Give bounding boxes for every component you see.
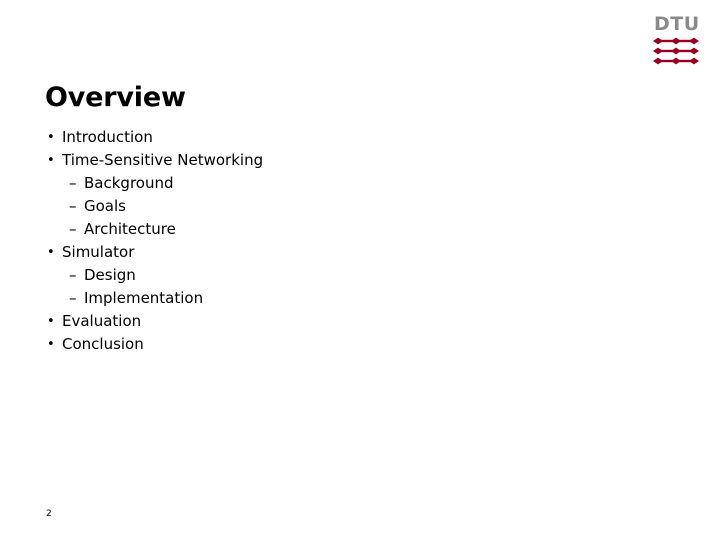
outline-item: • Time-Sensitive Networking bbox=[45, 149, 665, 172]
outline-item-label: Implementation bbox=[84, 289, 204, 307]
outline-item: – Design bbox=[45, 264, 665, 287]
outline-item-label: Introduction bbox=[62, 128, 153, 146]
outline-item-label: Goals bbox=[84, 197, 126, 215]
outline-item-label: Design bbox=[84, 266, 136, 284]
outline-item-label: Conclusion bbox=[62, 335, 144, 353]
outline-item: – Background bbox=[45, 172, 665, 195]
outline-item-label: Evaluation bbox=[62, 312, 142, 330]
dtu-logo-chain-row-1 bbox=[653, 37, 699, 45]
bullet-marker-icon: • bbox=[47, 153, 55, 168]
dtu-logo-wordmark: DTU bbox=[654, 13, 700, 35]
outline-list: • Introduction • Time-Sensitive Networking –… bbox=[45, 126, 665, 356]
outline-item: • Introduction bbox=[45, 126, 665, 149]
page-number: 2 bbox=[46, 509, 52, 519]
outline-item: – Implementation bbox=[45, 287, 665, 310]
dtu-logo-chain-row-2 bbox=[653, 47, 699, 55]
dash-marker-icon: – bbox=[69, 220, 77, 238]
dtu-logo: DTU bbox=[653, 14, 701, 68]
outline-item: • Evaluation bbox=[45, 310, 665, 333]
bullet-marker-icon: • bbox=[47, 245, 55, 260]
dash-marker-icon: – bbox=[69, 174, 77, 192]
outline-item-label: Architecture bbox=[84, 220, 176, 238]
bullet-marker-icon: • bbox=[47, 337, 55, 352]
outline-item-label: Background bbox=[84, 174, 174, 192]
outline-item: – Architecture bbox=[45, 218, 665, 241]
outline-item: • Simulator bbox=[45, 241, 665, 264]
outline-item: • Conclusion bbox=[45, 333, 665, 356]
dtu-logo-chain-row-3 bbox=[653, 57, 699, 65]
dash-marker-icon: – bbox=[69, 197, 77, 215]
outline-item-label: Simulator bbox=[62, 243, 135, 261]
slide-title: Overview bbox=[45, 82, 186, 113]
bullet-marker-icon: • bbox=[47, 314, 55, 329]
bullet-marker-icon: • bbox=[47, 130, 55, 145]
dtu-logo-mark-icon bbox=[653, 37, 699, 67]
outline-item-label: Time-Sensitive Networking bbox=[62, 151, 264, 169]
slide-canvas: DTU Overview • Introduction • Time-Sensi… bbox=[0, 0, 720, 540]
dash-marker-icon: – bbox=[69, 289, 77, 307]
outline-item: – Goals bbox=[45, 195, 665, 218]
dash-marker-icon: – bbox=[69, 266, 77, 284]
